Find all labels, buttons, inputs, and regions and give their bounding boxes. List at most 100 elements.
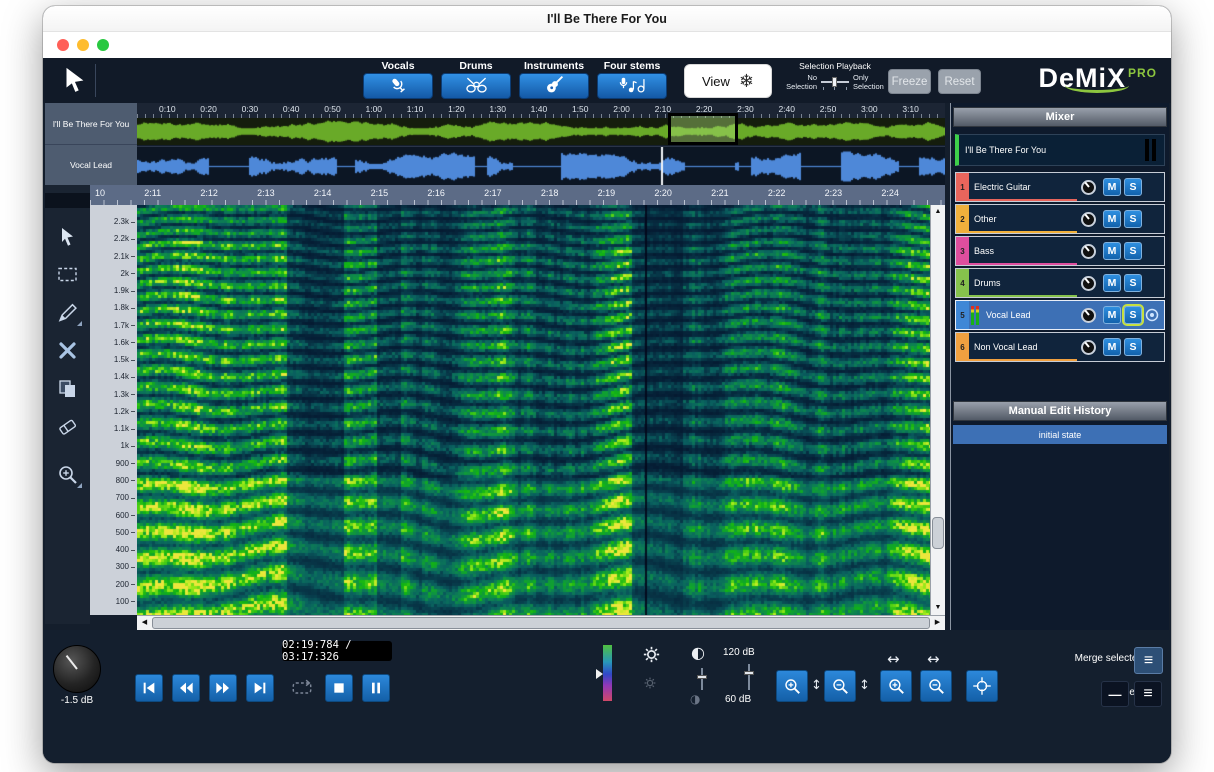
view-button[interactable]: View ❄ bbox=[684, 64, 772, 98]
ruler-tick-label: 2:22 bbox=[768, 188, 786, 205]
vertical-scrollbar[interactable]: ▲ ▼ bbox=[930, 205, 945, 615]
secondary-gear-icon[interactable] bbox=[644, 676, 656, 694]
instruments-stem-button[interactable] bbox=[519, 73, 589, 99]
pan-knob[interactable] bbox=[1081, 340, 1096, 355]
contrast-mini-slider[interactable] bbox=[695, 668, 709, 690]
contrast-icon[interactable]: ◐ bbox=[691, 643, 705, 662]
pan-knob[interactable] bbox=[1081, 180, 1096, 195]
stop-button[interactable] bbox=[325, 674, 353, 702]
vocals-stem-button[interactable] bbox=[363, 73, 433, 99]
mute-button[interactable]: M bbox=[1103, 274, 1121, 292]
main-toolbar: Vocals Drums Instruments bbox=[43, 58, 1171, 103]
freeze-button[interactable]: Freeze bbox=[888, 69, 931, 94]
ruler-tick-label: 0:20 bbox=[200, 104, 217, 118]
mute-button[interactable]: M bbox=[1103, 306, 1121, 324]
mute-button[interactable]: M bbox=[1103, 242, 1121, 260]
ruler-tick-label: 1:00 bbox=[365, 104, 382, 118]
pen-tool[interactable] bbox=[56, 301, 80, 325]
close-window-button[interactable] bbox=[57, 39, 69, 51]
mixer-track-drums[interactable]: 4 Drums M S bbox=[955, 268, 1165, 298]
selection-playback-slider-handle[interactable] bbox=[832, 77, 837, 87]
vocal-lead-overview-waveform[interactable] bbox=[137, 146, 945, 186]
rewind-button[interactable] bbox=[172, 674, 200, 702]
reset-button[interactable]: Reset bbox=[938, 69, 981, 94]
zoom-timeline-ruler[interactable]: 102:112:122:132:142:152:162:172:182:192:… bbox=[90, 185, 945, 205]
tool-palette-tab[interactable] bbox=[45, 193, 90, 208]
scroll-right-arrow-icon[interactable]: ▶ bbox=[930, 616, 945, 630]
zoom-to-selection-button[interactable] bbox=[966, 670, 998, 702]
solo-button[interactable]: S bbox=[1124, 274, 1142, 292]
mixer-track-bass[interactable]: 3 Bass M S bbox=[955, 236, 1165, 266]
drums-stem-button[interactable] bbox=[441, 73, 511, 99]
solo-button[interactable]: S bbox=[1124, 210, 1142, 228]
edit-history-header: Manual Edit History bbox=[953, 401, 1167, 421]
db-range-slider[interactable] bbox=[742, 664, 756, 690]
skip-to-end-button[interactable] bbox=[246, 674, 274, 702]
record-target-icon[interactable] bbox=[1142, 308, 1161, 322]
master-track[interactable]: I'll Be There For You bbox=[955, 134, 1165, 166]
pan-knob[interactable] bbox=[1081, 212, 1096, 227]
bounce-menu-button[interactable]: ≡ bbox=[1134, 681, 1162, 707]
solo-button[interactable]: S bbox=[1124, 306, 1142, 324]
zoom-out-vertical-button[interactable] bbox=[824, 670, 856, 702]
mixer-track-electric-guitar[interactable]: 1 Electric Guitar M S bbox=[955, 172, 1165, 202]
scroll-left-arrow-icon[interactable]: ◀ bbox=[137, 616, 152, 630]
vertical-arrows-icon: ↕ bbox=[859, 678, 870, 693]
minimize-window-button[interactable] bbox=[77, 39, 89, 51]
marquee-select-tool[interactable] bbox=[56, 263, 80, 287]
scroll-down-arrow-icon[interactable]: ▼ bbox=[931, 601, 945, 615]
skip-to-start-button[interactable] bbox=[135, 674, 163, 702]
colormap-slider-handle[interactable] bbox=[596, 669, 603, 679]
volume-label: -1.5 dB bbox=[43, 695, 111, 706]
ruler-tick-label: 0:50 bbox=[324, 104, 341, 118]
pan-knob[interactable] bbox=[1081, 276, 1096, 291]
overview-timeline-ruler[interactable]: 0:100:200:300:400:501:001:101:201:301:40… bbox=[137, 103, 945, 118]
vocal-track-label: Vocal Lead bbox=[45, 145, 137, 185]
duplicate-tool[interactable] bbox=[56, 377, 80, 401]
ruler-tick-label: 3:00 bbox=[861, 104, 878, 118]
fast-forward-button[interactable] bbox=[209, 674, 237, 702]
mute-button[interactable]: M bbox=[1103, 178, 1121, 196]
overview-waveform[interactable] bbox=[137, 118, 945, 145]
horizontal-scroll-thumb[interactable] bbox=[152, 617, 930, 629]
bounce-minimize-button[interactable]: — bbox=[1101, 681, 1129, 707]
solo-button[interactable]: S bbox=[1124, 338, 1142, 356]
volume-knob[interactable] bbox=[53, 645, 101, 693]
loop-button[interactable] bbox=[288, 674, 316, 702]
pointer-tool[interactable] bbox=[56, 225, 80, 249]
mute-button[interactable]: M bbox=[1103, 338, 1121, 356]
ruler-tick-label: 1:30 bbox=[489, 104, 506, 118]
vertical-scroll-thumb[interactable] bbox=[932, 517, 944, 549]
brightness-icon[interactable]: ◑ bbox=[690, 692, 700, 706]
frequency-label: 2.2k bbox=[90, 235, 135, 243]
transport-bar: -1.5 dB 02:19:784 / 03:17:326 bbox=[43, 630, 1171, 763]
zoom-in-vertical-button[interactable] bbox=[776, 670, 808, 702]
settings-gear-icon[interactable] bbox=[643, 646, 660, 668]
selection-playback-slider[interactable] bbox=[821, 76, 849, 90]
four-stems-button[interactable] bbox=[597, 73, 667, 99]
delete-tool[interactable] bbox=[56, 339, 80, 363]
solo-button[interactable]: S bbox=[1124, 242, 1142, 260]
mute-button[interactable]: M bbox=[1103, 210, 1121, 228]
pan-knob[interactable] bbox=[1081, 244, 1096, 259]
vertical-scroll-track[interactable] bbox=[931, 219, 945, 601]
merge-menu-button[interactable]: ≡ bbox=[1134, 647, 1163, 674]
maximize-window-button[interactable] bbox=[97, 39, 109, 51]
scroll-up-arrow-icon[interactable]: ▲ bbox=[931, 205, 945, 219]
zoom-in-horizontal-button[interactable] bbox=[880, 670, 912, 702]
history-item-initial-state[interactable]: initial state bbox=[953, 425, 1167, 444]
solo-button[interactable]: S bbox=[1124, 178, 1142, 196]
mixer-track-vocal-lead[interactable]: 5 Vocal Lead M S bbox=[955, 300, 1165, 330]
horizontal-scrollbar[interactable]: ◀ ▶ bbox=[137, 615, 945, 630]
overview-selection-box[interactable] bbox=[668, 113, 738, 145]
menu-icon: ≡ bbox=[1144, 653, 1153, 669]
mixer-track-non-vocal-lead[interactable]: 6 Non Vocal Lead M S bbox=[955, 332, 1165, 362]
zoom-out-horizontal-button[interactable] bbox=[920, 670, 952, 702]
pause-button[interactable] bbox=[362, 674, 390, 702]
colormap-slider[interactable] bbox=[603, 645, 612, 701]
spectrogram[interactable] bbox=[137, 205, 930, 615]
mixer-track-other[interactable]: 2 Other M S bbox=[955, 204, 1165, 234]
zoom-tool[interactable] bbox=[56, 463, 80, 487]
eraser-tool[interactable] bbox=[56, 415, 80, 439]
pan-knob[interactable] bbox=[1081, 308, 1096, 323]
